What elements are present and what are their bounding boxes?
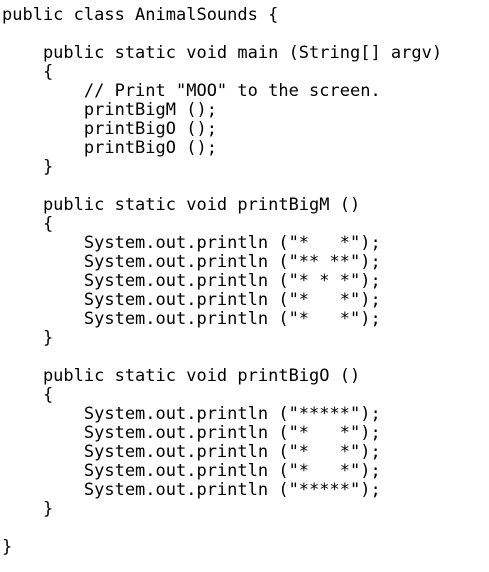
code-line-main-close-brace: }	[2, 157, 54, 177]
code-line-main-signature: public static void main (String[] argv)	[2, 43, 443, 63]
code-line-println: System.out.println ("* * *");	[2, 271, 381, 291]
code-line-println: System.out.println ("* *");	[2, 290, 381, 310]
code-line-println: System.out.println ("* *");	[2, 423, 381, 443]
code-line-class-declaration: public class AnimalSounds {	[2, 5, 279, 25]
code-line-call-printbigo: printBigO ();	[2, 119, 217, 139]
code-line-printbigo-close-brace: }	[2, 499, 54, 519]
code-line-printbigm-open-brace: {	[2, 214, 54, 234]
code-line-class-close-brace: }	[2, 537, 13, 557]
code-line-println: System.out.println ("** **");	[2, 252, 381, 272]
code-line-println: System.out.println ("*****");	[2, 480, 381, 500]
code-page: public class AnimalSounds { public stati…	[0, 0, 489, 572]
code-line-println: System.out.println ("* *");	[2, 309, 381, 329]
code-line-println: System.out.println ("* *");	[2, 461, 381, 481]
code-line-comment: // Print "MOO" to the screen.	[2, 81, 381, 101]
code-line-println: System.out.println ("* *");	[2, 233, 381, 253]
code-line-call-printbigo: printBigO ();	[2, 138, 217, 158]
code-line-println: System.out.println ("* *");	[2, 442, 381, 462]
code-line-main-open-brace: {	[2, 62, 54, 82]
code-line-println: System.out.println ("*****");	[2, 404, 381, 424]
code-line-printbigm-signature: public static void printBigM ()	[2, 195, 361, 215]
code-line-printbigm-close-brace: }	[2, 328, 54, 348]
code-line-printbigo-signature: public static void printBigO ()	[2, 366, 361, 386]
code-listing: public class AnimalSounds { public stati…	[2, 6, 442, 557]
code-line-call-printbigm: printBigM ();	[2, 100, 217, 120]
code-line-printbigo-open-brace: {	[2, 385, 54, 405]
